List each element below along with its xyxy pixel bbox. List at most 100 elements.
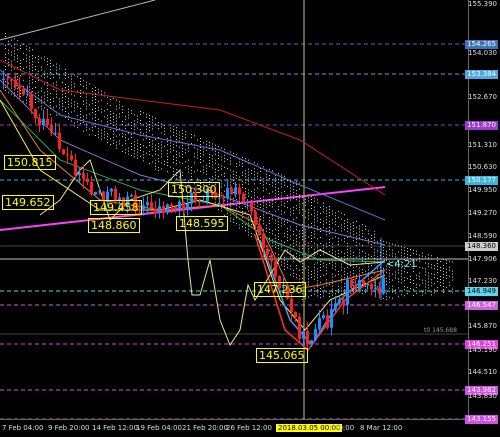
cloud-dot (140, 111, 141, 112)
cloud-dot (317, 286, 318, 288)
cloud-dot (71, 111, 72, 113)
cloud-dot (44, 107, 45, 109)
cloud-dot (404, 289, 405, 291)
cloud-dot (101, 120, 102, 122)
cloud-dot (143, 154, 144, 156)
cloud-dot (107, 133, 108, 135)
cloud-dot (110, 144, 111, 145)
time-axis-label: 2018.03.05 00:00 (276, 424, 343, 432)
cloud-dot (32, 55, 33, 57)
cloud-dot (131, 109, 132, 111)
cloud-dot (257, 220, 258, 222)
cloud-dot (80, 117, 81, 118)
cloud-dot (317, 262, 318, 264)
cloud-dot (80, 114, 81, 115)
cloud-dot (101, 93, 102, 95)
cloud-dot (428, 254, 429, 256)
cloud-dot (368, 239, 369, 241)
cloud-dot (113, 121, 114, 123)
cloud-dot (11, 45, 12, 47)
cloud-dot (221, 192, 222, 194)
cloud-dot (407, 287, 408, 289)
cloud-dot (83, 121, 84, 123)
cloud-dot (296, 244, 297, 246)
cloud-dot (314, 221, 315, 223)
cloud-dot (35, 69, 36, 70)
cloud-dot (443, 291, 444, 293)
cloud-dot (170, 166, 171, 168)
cloud-dot (350, 223, 351, 225)
cloud-dot (167, 138, 168, 140)
cloud-dot (347, 236, 348, 238)
cloud-dot (296, 274, 297, 276)
cloud-dot (266, 173, 267, 175)
cloud-dot (59, 101, 60, 103)
cloud-dot (128, 111, 129, 113)
cloud-dot (338, 285, 339, 287)
cloud-dot (236, 163, 237, 165)
cloud-dot (17, 61, 18, 63)
cloud-dot (248, 159, 249, 161)
cloud-dot (14, 92, 15, 94)
cloud-dot (272, 242, 273, 244)
cloud-dot (425, 286, 426, 288)
cloud-dot (299, 233, 300, 235)
cloud-dot (434, 289, 435, 291)
cloud-dot (65, 87, 66, 88)
cloud-dot (167, 153, 168, 155)
cloud-dot (368, 242, 369, 244)
cloud-dot (47, 58, 48, 60)
cloud-dot (362, 251, 363, 253)
cloud-dot (131, 154, 132, 156)
cloud-dot (293, 242, 294, 244)
cloud-dot (395, 274, 396, 276)
cloud-dot (419, 272, 420, 274)
cloud-dot (173, 125, 174, 127)
cloud-dot (353, 255, 354, 257)
cloud-dot (407, 293, 408, 295)
cloud-dot (260, 183, 261, 184)
cloud-dot (47, 94, 48, 96)
cloud-dot (95, 126, 96, 127)
cloud-dot (299, 278, 300, 280)
cloud-dot (254, 189, 255, 191)
cloud-dot (374, 233, 375, 235)
cloud-dot (41, 87, 42, 89)
cloud-dot (329, 292, 330, 294)
cloud-dot (302, 266, 303, 268)
cloud-dot (389, 242, 390, 244)
cloud-dot (233, 176, 234, 178)
cloud-dot (401, 294, 402, 296)
cloud-dot (116, 99, 117, 101)
cloud-dot (353, 222, 354, 224)
cloud-dot (305, 267, 306, 269)
cloud-dot (281, 246, 282, 248)
cloud-dot (440, 261, 441, 262)
cloud-dot (41, 69, 42, 71)
cloud-dot (152, 161, 153, 163)
cloud-dot (194, 156, 195, 158)
price-plot-area[interactable] (0, 0, 469, 420)
cloud-dot (338, 225, 339, 227)
cloud-dot (383, 252, 384, 254)
cloud-dot (284, 181, 285, 183)
cloud-dot (74, 107, 75, 109)
cloud-dot (440, 270, 441, 271)
cloud-dot (134, 147, 135, 149)
cloud-dot (293, 191, 294, 193)
cloud-dot (353, 267, 354, 269)
cloud-dot (377, 268, 378, 270)
cloud-dot (284, 211, 285, 213)
cloud-dot (206, 143, 207, 145)
cloud-dot (251, 196, 252, 198)
cloud-dot (341, 275, 342, 277)
cloud-dot (35, 93, 36, 94)
trading-chart-window[interactable]: 155.390 154.265 154.030 153.384 152.670 151.8… (0, 0, 500, 437)
cloud-dot (317, 280, 318, 282)
cloud-dot (326, 207, 327, 209)
cloud-dot (389, 281, 390, 283)
time-axis-label: 8 Mar 12:00 (360, 424, 403, 432)
cloud-dot (245, 194, 246, 196)
cloud-dot (80, 111, 81, 112)
cloud-dot (347, 227, 348, 229)
